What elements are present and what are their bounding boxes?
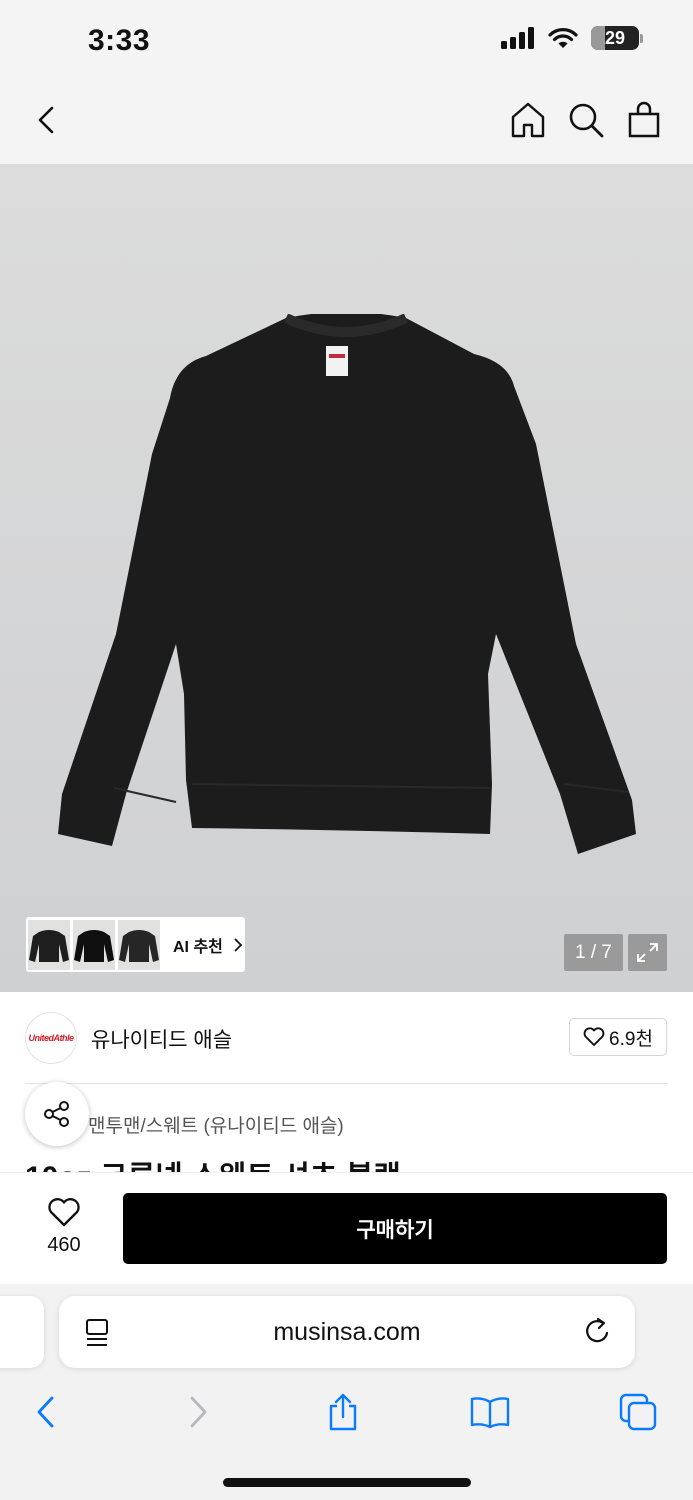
reload-icon[interactable] [583,1316,613,1346]
chevron-right-icon [234,937,243,952]
expand-button[interactable] [628,934,667,971]
status-bar: 3:33 29 [0,0,693,82]
cellular-signal-icon [501,27,534,49]
book-icon [470,1397,510,1429]
previous-tab[interactable] [0,1296,44,1368]
buy-button[interactable]: 구매하기 [123,1193,667,1264]
chevron-right-icon [190,1396,207,1428]
share-sheet-icon [329,1393,357,1431]
bookmarks-button[interactable] [468,1390,512,1434]
status-time: 3:33 [88,24,151,57]
product-image [58,314,636,854]
tabs-icon [619,1393,657,1431]
tabs-button[interactable] [616,1390,660,1434]
category-breadcrumb[interactable]: 맨투맨/스웨트 (유나이티드 애슬) [88,1111,344,1138]
brand-like-count: 6.9천 [609,1028,653,1050]
product-info: UnitedAthle 유나이티드 애슬 6.9천 맨투맨/스웨트 (유나이티드… [0,992,693,1172]
forward-button[interactable] [176,1390,220,1434]
share-icon [44,1101,69,1127]
share-button[interactable] [25,1082,89,1146]
chevron-left-icon[interactable] [30,102,66,138]
ai-recommend-panel[interactable]: AI 추천 [26,917,245,972]
battery-icon: 29 [591,26,639,50]
purchase-bar: 460 구매하기 [0,1172,693,1284]
divider [25,1083,668,1084]
battery-fill [591,26,605,50]
heart-icon [583,1027,605,1046]
heart-icon [48,1198,80,1227]
app-header [0,82,693,164]
home-indicator [223,1478,471,1487]
ai-recommend-thumbnail[interactable] [28,919,70,970]
safari-toolbar: musinsa.com [0,1284,693,1500]
product-title: 10oz 크루넥 스웨트 셔츠 블랙 [25,1152,401,1172]
brand-logo[interactable]: UnitedAthle [25,1012,77,1064]
brand-like-button[interactable]: 6.9천 [569,1018,667,1056]
ai-recommend-thumbnail[interactable] [118,919,160,970]
status-icons: 29 [501,26,643,50]
battery-tip [640,33,643,43]
brand-name[interactable]: 유나이티드 애슬 [91,1024,232,1054]
address-bar[interactable]: musinsa.com [59,1296,635,1368]
battery-indicator: 29 [591,26,643,50]
expand-icon [637,943,658,962]
chevron-left-icon [37,1396,54,1428]
wishlist-count: 460 [47,1234,81,1256]
back-button[interactable] [24,1390,68,1434]
ai-recommend-label[interactable]: AI 추천 [173,933,223,957]
share-sheet-button[interactable] [321,1390,365,1434]
bag-icon[interactable] [624,100,664,140]
url-text[interactable]: musinsa.com [59,1318,635,1347]
battery-percent: 29 [604,28,626,48]
home-icon[interactable] [508,100,548,140]
product-image-gallery[interactable]: AI 추천 1 / 7 [0,164,693,992]
wishlist-button[interactable]: 460 [40,1197,88,1257]
image-counter: 1 / 7 [564,934,623,971]
wifi-icon [548,28,578,48]
ai-recommend-thumbnail[interactable] [73,919,115,970]
search-icon[interactable] [566,100,606,140]
